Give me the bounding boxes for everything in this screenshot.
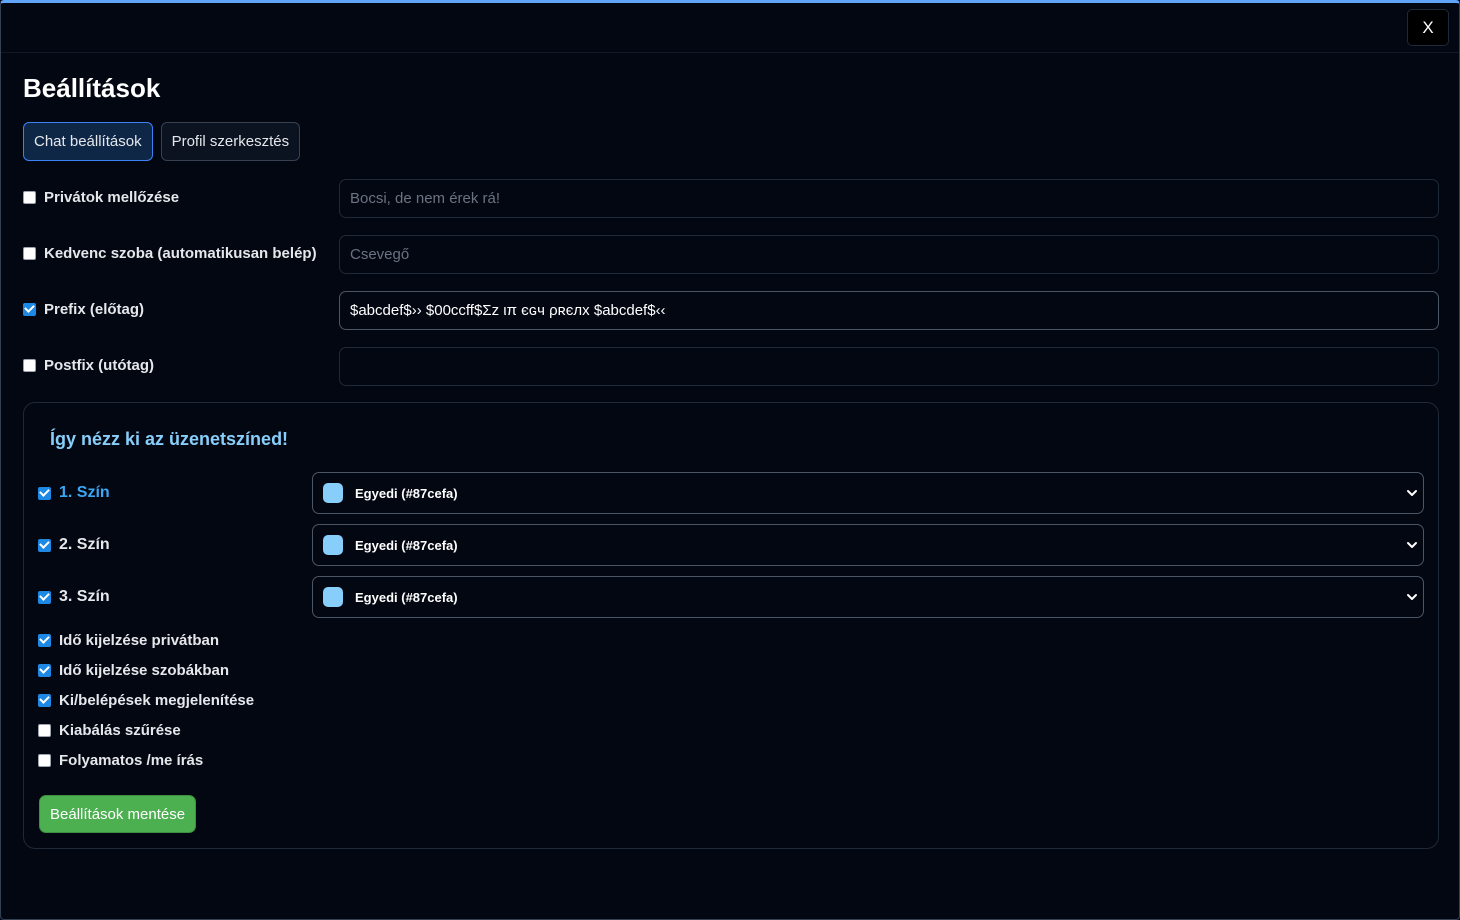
settings-modal: X Beállítások Chat beállítások Profil sz…: [0, 0, 1460, 920]
color-1-selected-value: Egyedi (#87cefa): [355, 485, 458, 501]
show-join-leave-label: Ki/belépések megjelenítése: [59, 691, 255, 709]
modal-header: X: [1, 3, 1459, 53]
tab-chat-settings[interactable]: Chat beállítások: [23, 122, 153, 161]
color-row-3: 3. Szín Egyedi (#87cefa): [38, 576, 1424, 618]
save-settings-button[interactable]: Beállítások mentése: [39, 795, 197, 833]
color-swatch: [323, 483, 343, 503]
prefix-input[interactable]: [339, 291, 1439, 330]
setting-row-prefix: Prefix (előtag): [23, 291, 1439, 330]
option-show-join-leave: Ki/belépések megjelenítése: [38, 690, 254, 710]
option-continuous-me: Folyamatos /me írás: [38, 750, 203, 770]
page-title: Beállítások: [23, 73, 161, 103]
continuous-me-checkbox[interactable]: [38, 753, 51, 767]
color-3-checkbox[interactable]: [38, 590, 51, 604]
color-3-selected-value: Egyedi (#87cefa): [355, 589, 458, 605]
postfix-input[interactable]: [339, 347, 1439, 386]
ignore-private-message-input[interactable]: [339, 179, 1439, 218]
favorite-room-input[interactable]: [339, 235, 1439, 274]
continuous-me-label: Folyamatos /me írás: [59, 751, 204, 769]
filter-shouting-label: Kiabálás szűrése: [59, 721, 181, 739]
setting-row-ignore-private: Privátok mellőzése: [23, 179, 1439, 218]
ignore-private-label: Privátok mellőzése: [44, 188, 180, 206]
color-1-label: 1. Szín: [59, 484, 110, 501]
color-1-checkbox[interactable]: [38, 486, 51, 500]
chevron-down-icon: [1407, 490, 1417, 496]
color-3-label: 3. Szín: [59, 588, 110, 605]
chevron-down-icon: [1407, 594, 1417, 600]
show-time-rooms-checkbox[interactable]: [38, 663, 51, 677]
option-show-time-private: Idő kijelzése privátban: [38, 630, 219, 650]
color-swatch: [323, 587, 343, 607]
show-time-rooms-label: Idő kijelzése szobákban: [59, 661, 230, 679]
favorite-room-checkbox[interactable]: [23, 246, 36, 260]
color-row-1: 1. Szín Egyedi (#87cefa): [38, 472, 1424, 514]
color-2-selected-value: Egyedi (#87cefa): [355, 537, 458, 553]
color-swatch: [323, 535, 343, 555]
color-2-select[interactable]: Egyedi (#87cefa): [312, 524, 1424, 566]
message-color-panel: Így nézz ki az üzenetszíned! 1. Szín Egy…: [23, 402, 1439, 849]
color-preview-title: Így nézz ki az üzenetszíned!: [50, 429, 289, 449]
setting-row-postfix: Postfix (utótag): [23, 347, 1439, 386]
ignore-private-checkbox[interactable]: [23, 190, 36, 204]
filter-shouting-checkbox[interactable]: [38, 723, 51, 737]
option-filter-shouting: Kiabálás szűrése: [38, 720, 181, 740]
postfix-label: Postfix (utótag): [44, 356, 154, 374]
color-1-select[interactable]: Egyedi (#87cefa): [312, 472, 1424, 514]
show-join-leave-checkbox[interactable]: [38, 693, 51, 707]
prefix-checkbox[interactable]: [23, 302, 36, 316]
favorite-room-label: Kedvenc szoba (automatikusan belép): [44, 244, 317, 262]
show-time-private-label: Idő kijelzése privátban: [59, 631, 220, 649]
color-2-label: 2. Szín: [59, 536, 110, 553]
color-3-select[interactable]: Egyedi (#87cefa): [312, 576, 1424, 618]
setting-row-favorite-room: Kedvenc szoba (automatikusan belép): [23, 235, 1439, 274]
tab-profile-edit[interactable]: Profil szerkesztés: [160, 122, 301, 161]
close-button[interactable]: X: [1407, 9, 1449, 46]
postfix-checkbox[interactable]: [23, 358, 36, 372]
color-row-2: 2. Szín Egyedi (#87cefa): [38, 524, 1424, 566]
chevron-down-icon: [1407, 542, 1417, 548]
option-show-time-rooms: Idő kijelzése szobákban: [38, 660, 229, 680]
color-2-checkbox[interactable]: [38, 538, 51, 552]
tab-bar: Chat beállítások Profil szerkesztés: [23, 122, 301, 161]
prefix-label: Prefix (előtag): [44, 300, 145, 318]
show-time-private-checkbox[interactable]: [38, 633, 51, 647]
